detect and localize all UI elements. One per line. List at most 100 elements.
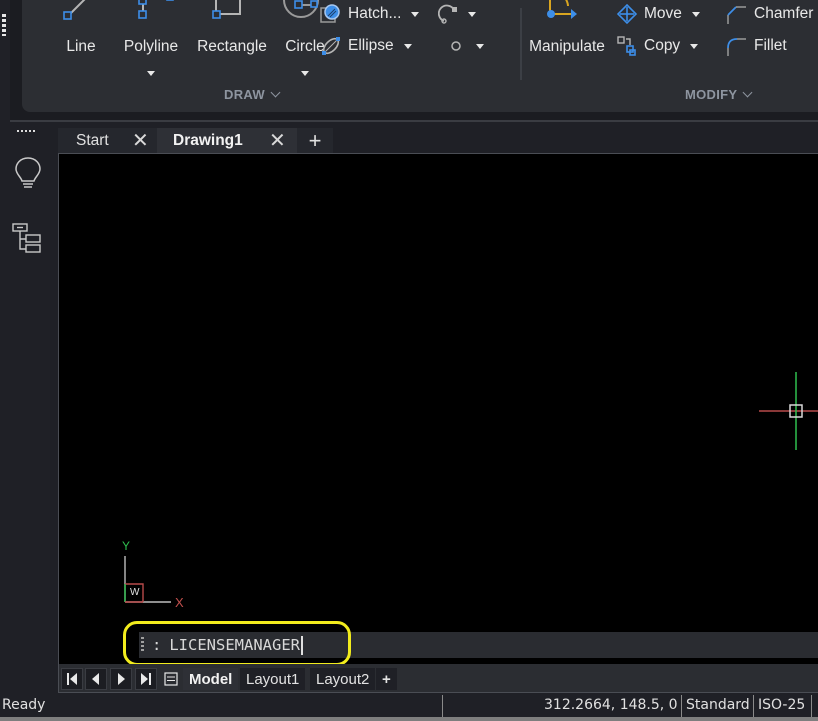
hatch-button[interactable]: Hatch... bbox=[320, 4, 420, 24]
status-separator bbox=[442, 695, 443, 717]
command-prompt: : bbox=[152, 636, 162, 654]
ellipse-button[interactable]: Ellipse bbox=[320, 36, 412, 56]
status-separator bbox=[681, 695, 682, 717]
plus-icon: + bbox=[308, 127, 322, 153]
toolbar-grip[interactable] bbox=[17, 130, 35, 132]
ribbon-border bbox=[10, 120, 818, 122]
layout-tab-model[interactable]: Model bbox=[183, 668, 239, 690]
line-icon bbox=[63, 0, 86, 20]
previous-layout-button[interactable] bbox=[85, 668, 107, 690]
status-separator bbox=[753, 695, 754, 717]
ucs-x-label: X bbox=[175, 595, 184, 610]
rectangle-button[interactable]: Rectangle bbox=[190, 0, 274, 70]
polyline-icon bbox=[138, 0, 174, 19]
tab-start-label: Start bbox=[76, 131, 109, 149]
next-layout-button[interactable] bbox=[110, 668, 132, 690]
tab-drawing1[interactable]: Drawing1 ✕ bbox=[157, 128, 297, 153]
arc-button[interactable] bbox=[438, 4, 476, 24]
manipulate-button[interactable]: Manipulate bbox=[522, 0, 612, 70]
status-text: Ready bbox=[2, 697, 46, 713]
copy-button[interactable]: Copy bbox=[616, 36, 699, 56]
status-separator bbox=[811, 695, 812, 717]
point-icon bbox=[451, 41, 461, 51]
ribbon-grip-strip bbox=[0, 0, 10, 120]
fillet-label: Fillet bbox=[754, 37, 787, 54]
move-button[interactable]: Move bbox=[616, 4, 700, 24]
layout-tab-layout1[interactable]: Layout1 bbox=[240, 668, 306, 690]
line-label: Line bbox=[66, 38, 96, 55]
ribbon-panel: Line Polyline Rectangle Circle Hatch... … bbox=[22, 0, 818, 112]
point-button[interactable] bbox=[450, 36, 484, 56]
chevron-down-icon bbox=[742, 87, 753, 98]
circle-dropdown-icon[interactable] bbox=[301, 71, 309, 76]
tab-start[interactable]: Start ✕ bbox=[58, 128, 157, 153]
next-icon bbox=[118, 673, 125, 685]
hatch-icon bbox=[320, 4, 340, 23]
chevron-down-icon bbox=[270, 87, 281, 98]
layout-tab-bar: Model Layout1 Layout2 + bbox=[58, 664, 818, 693]
hatch-label: Hatch... bbox=[348, 5, 402, 22]
arc-icon bbox=[438, 4, 457, 24]
hatch-dropdown-icon[interactable] bbox=[411, 11, 420, 17]
polyline-button[interactable]: Polyline bbox=[118, 0, 184, 82]
add-tab-button[interactable]: + bbox=[297, 128, 333, 153]
chamfer-icon bbox=[727, 6, 746, 24]
chamfer-label: Chamfer bbox=[754, 5, 814, 22]
point-dropdown-icon[interactable] bbox=[476, 43, 484, 49]
close-icon[interactable]: ✕ bbox=[269, 131, 286, 151]
manipulate-icon bbox=[547, 0, 577, 19]
grip-handle[interactable] bbox=[2, 14, 6, 36]
ucs-y-label: Y bbox=[122, 539, 131, 553]
copy-dropdown-icon[interactable] bbox=[690, 43, 699, 49]
last-layout-button[interactable] bbox=[135, 668, 157, 690]
previous-icon bbox=[92, 673, 99, 685]
rectangle-icon bbox=[212, 0, 241, 19]
coordinates-readout[interactable]: 312.2664, 148.5, 0 bbox=[544, 697, 678, 713]
add-layout-button[interactable]: + bbox=[376, 668, 397, 690]
copy-icon bbox=[617, 36, 636, 56]
ellipse-icon bbox=[322, 37, 340, 55]
move-dropdown-icon[interactable] bbox=[691, 11, 700, 17]
tab-drawing1-label: Drawing1 bbox=[173, 131, 243, 149]
chamfer-button[interactable]: Chamfer bbox=[726, 4, 813, 24]
document-tab-bar: Start ✕ Drawing1 ✕ + bbox=[58, 126, 818, 153]
crosshair-cursor bbox=[759, 372, 818, 450]
modify-section-text: MODIFY bbox=[685, 87, 738, 102]
draw-section-label[interactable]: DRAW bbox=[224, 87, 281, 102]
skip-last-icon bbox=[141, 673, 151, 685]
layout-list-button[interactable] bbox=[160, 668, 182, 690]
command-line[interactable]: : LICENSEMANAGER bbox=[139, 632, 818, 658]
layout-tab-layout2[interactable]: Layout2 bbox=[310, 668, 376, 690]
ellipse-label: Ellipse bbox=[348, 37, 394, 54]
draw-section-text: DRAW bbox=[224, 87, 265, 102]
list-icon bbox=[164, 672, 178, 686]
close-icon[interactable]: ✕ bbox=[132, 131, 149, 151]
fillet-icon bbox=[727, 38, 746, 56]
dim-style-button[interactable]: ISO-25 bbox=[758, 697, 805, 713]
text-cursor bbox=[301, 635, 303, 655]
lightbulb-icon[interactable] bbox=[13, 156, 43, 192]
status-bar: Ready 312.2664, 148.5, 0 Standard ISO-25 bbox=[0, 693, 818, 721]
polyline-label: Polyline bbox=[123, 38, 179, 55]
ucs-w-label: W bbox=[130, 587, 140, 598]
skip-first-icon bbox=[67, 673, 77, 685]
polyline-dropdown-icon[interactable] bbox=[147, 71, 155, 76]
copy-label: Copy bbox=[644, 37, 681, 54]
ellipse-dropdown-icon[interactable] bbox=[403, 43, 412, 49]
arc-dropdown-icon[interactable] bbox=[468, 11, 476, 17]
fillet-button[interactable]: Fillet bbox=[726, 36, 787, 56]
move-label: Move bbox=[644, 5, 682, 22]
first-layout-button[interactable] bbox=[61, 668, 83, 690]
move-icon bbox=[616, 4, 638, 24]
command-line-grip[interactable] bbox=[141, 637, 144, 653]
line-button[interactable]: Line bbox=[50, 0, 112, 70]
rectangle-label: Rectangle bbox=[197, 38, 267, 55]
command-input[interactable]: LICENSEMANAGER bbox=[169, 636, 300, 654]
structure-tree-icon[interactable] bbox=[11, 222, 43, 256]
ribbon: Line Polyline Rectangle Circle Hatch... … bbox=[10, 0, 818, 120]
drawing-canvas[interactable]: Y X W : LICENSEMANAGER bbox=[58, 153, 818, 664]
modify-section-label[interactable]: MODIFY bbox=[685, 87, 753, 102]
text-style-button[interactable]: Standard bbox=[686, 697, 750, 713]
manipulate-label: Manipulate bbox=[529, 38, 605, 55]
side-toolbar bbox=[0, 122, 58, 670]
